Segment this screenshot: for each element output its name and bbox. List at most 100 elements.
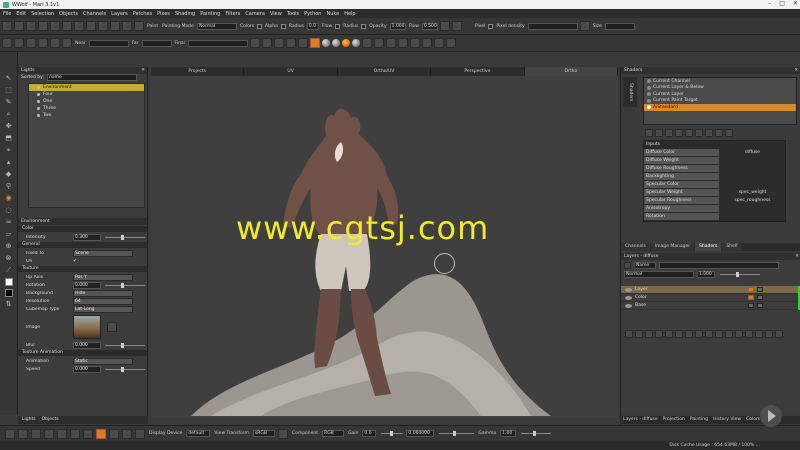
- sorted-by-select[interactable]: name: [47, 74, 137, 81]
- light-item-one[interactable]: One: [29, 98, 144, 105]
- layer-lock-icon[interactable]: [748, 287, 754, 292]
- layer-lock-icon[interactable]: [748, 295, 754, 300]
- brush6-icon[interactable]: [62, 21, 72, 31]
- menu-tools[interactable]: Tools: [287, 11, 299, 17]
- layer-mask-icon[interactable]: [757, 303, 763, 308]
- brush4-icon[interactable]: [38, 21, 48, 31]
- paint-tool-icon[interactable]: ▴: [4, 158, 13, 167]
- pixel-checkbox[interactable]: [488, 23, 494, 29]
- shader-tool7-icon[interactable]: [705, 129, 713, 137]
- sphere3-icon[interactable]: [351, 39, 360, 47]
- layer-tool5-icon[interactable]: [665, 330, 673, 338]
- color-section[interactable]: Color: [18, 226, 147, 232]
- select-icon[interactable]: [57, 428, 67, 439]
- down-arrow-icon[interactable]: [31, 428, 41, 439]
- near-field[interactable]: [88, 39, 129, 47]
- menu-selection[interactable]: Selection: [31, 11, 54, 17]
- env-image-thumbnail[interactable]: [73, 315, 101, 339]
- close-icon[interactable]: ✕: [794, 67, 798, 74]
- tab-ortho[interactable]: Ortho: [524, 67, 619, 76]
- tab-image-manager[interactable]: Image Manager: [650, 243, 695, 251]
- tab-shelf[interactable]: Shelf: [722, 243, 742, 251]
- layer-lock-icon[interactable]: [748, 303, 754, 308]
- pattern3-icon[interactable]: [445, 38, 456, 48]
- flow-checkbox[interactable]: [335, 23, 341, 29]
- brush7-icon[interactable]: [74, 21, 84, 31]
- layer-tool8-icon[interactable]: [695, 330, 703, 338]
- gain-slider[interactable]: [381, 431, 404, 436]
- ruler-tool-icon[interactable]: ⟋: [4, 266, 13, 275]
- layer-tool10-icon[interactable]: [715, 330, 723, 338]
- tab-channels[interactable]: Channels: [621, 243, 650, 251]
- image3-icon[interactable]: [135, 428, 145, 439]
- layer-opacity-field[interactable]: 1.000: [697, 271, 715, 278]
- menu-view[interactable]: View: [270, 11, 282, 17]
- shader-tool6-icon[interactable]: [695, 129, 703, 137]
- size-field[interactable]: [604, 22, 635, 30]
- pixel-density-field[interactable]: [527, 22, 578, 30]
- layer-tool12-icon[interactable]: [735, 330, 743, 338]
- menu-pixes[interactable]: Pixes: [157, 11, 170, 17]
- final-field[interactable]: [187, 39, 248, 47]
- layer-row-color[interactable]: Color: [621, 293, 800, 302]
- menu-filters[interactable]: Filters: [225, 11, 240, 17]
- menu-edit[interactable]: Edit: [16, 11, 26, 17]
- camera-icon[interactable]: [249, 38, 260, 48]
- menu-painting[interactable]: Painting: [200, 11, 220, 17]
- image2-icon[interactable]: [122, 428, 132, 439]
- brush3-icon[interactable]: [26, 21, 36, 31]
- rotate-icon[interactable]: [18, 428, 28, 439]
- tab-objects[interactable]: Objects: [42, 416, 59, 424]
- close-button[interactable]: ✕: [793, 0, 798, 7]
- warp-tool-icon[interactable]: ⊗: [4, 254, 13, 263]
- cube5-icon[interactable]: [62, 38, 72, 48]
- colors-checkbox[interactable]: [257, 23, 263, 29]
- new-shader-icon[interactable]: [645, 129, 653, 137]
- tab-projects[interactable]: Projects: [151, 67, 245, 76]
- eye-icon[interactable]: [625, 295, 632, 300]
- alpha-checkbox[interactable]: [280, 23, 286, 29]
- dots-icon[interactable]: [373, 38, 384, 48]
- speed-field[interactable]: 0.000: [73, 365, 101, 373]
- link-icon[interactable]: [451, 21, 462, 31]
- intensity-field[interactable]: 0.300: [73, 233, 101, 241]
- cube2-icon[interactable]: [26, 38, 36, 48]
- brush12-icon[interactable]: [134, 21, 144, 31]
- menu-patches[interactable]: Patches: [133, 11, 152, 17]
- camera3-icon[interactable]: [273, 38, 284, 48]
- lock-icon[interactable]: [439, 21, 450, 31]
- resolution-select[interactable]: 64: [73, 297, 133, 305]
- shader-tool3-icon[interactable]: [665, 129, 673, 137]
- layer-mask-icon[interactable]: [757, 287, 763, 292]
- tab-uv[interactable]: UV: [244, 67, 338, 76]
- layer-tool7-icon[interactable]: [685, 330, 693, 338]
- shader-tool2-icon[interactable]: [655, 129, 663, 137]
- brush2-icon[interactable]: [14, 21, 24, 31]
- light-item-four[interactable]: Four: [29, 91, 144, 98]
- frame-icon[interactable]: [2, 38, 12, 48]
- fill-tool-icon[interactable]: ◆: [4, 170, 13, 179]
- camera2-icon[interactable]: [261, 38, 272, 48]
- light-icon[interactable]: [285, 38, 296, 48]
- layer-tool16-icon[interactable]: [775, 330, 783, 338]
- pin-icon[interactable]: [44, 428, 54, 439]
- painting-mode-select[interactable]: Normal: [196, 22, 237, 30]
- component-select[interactable]: RGB: [322, 430, 345, 437]
- close-icon[interactable]: ✕: [141, 67, 145, 74]
- move3-icon[interactable]: [409, 38, 420, 48]
- brush9-icon[interactable]: [98, 21, 108, 31]
- smear-tool-icon[interactable]: ≈: [4, 218, 13, 227]
- layer-tool11-icon[interactable]: [725, 330, 733, 338]
- input-anisotropy[interactable]: Anisotropy: [644, 205, 785, 213]
- tab-ortho-uv[interactable]: Ortho/UV: [338, 67, 432, 76]
- maximize-button[interactable]: □: [779, 0, 785, 7]
- radius2-checkbox[interactable]: [361, 23, 367, 29]
- brush5-icon[interactable]: [50, 21, 60, 31]
- inputs-section[interactable]: Inputs: [644, 141, 785, 149]
- record-icon[interactable]: [96, 428, 106, 439]
- undo-icon[interactable]: [5, 428, 15, 439]
- pattern-icon[interactable]: [421, 38, 432, 48]
- gamma-field[interactable]: 1.00: [500, 430, 517, 437]
- layer-opacity-slider[interactable]: [720, 272, 760, 277]
- rotation-field[interactable]: 0.000: [73, 281, 101, 289]
